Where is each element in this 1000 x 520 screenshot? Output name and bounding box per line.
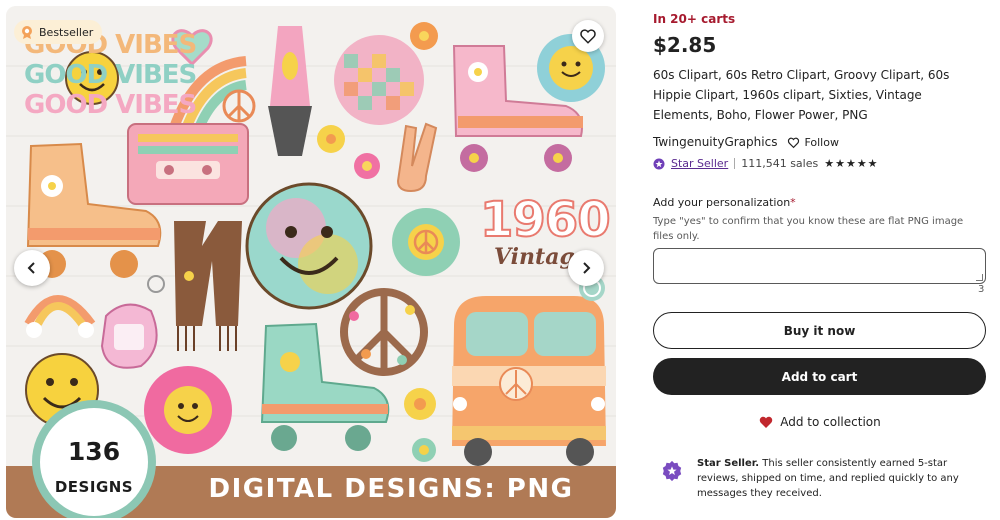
buy-it-now-button[interactable]: Buy it now [653,312,986,349]
add-to-cart-button[interactable]: Add to cart [653,358,986,395]
personalization-label-text: Add your personalization [653,196,791,209]
previous-image-button[interactable] [14,250,50,286]
personalization-label: Add your personalization* [653,196,796,209]
personalization-help: Type "yes" to confirm that you know thes… [653,216,964,242]
favorite-button[interactable] [572,20,604,52]
listing-page: GOOD VIBES GOOD VIBES GOOD VIBES 1960 Vi… [0,0,1000,520]
star-seller-badge-icon [662,460,682,482]
add-to-collection-button[interactable]: Add to collection [653,414,986,430]
image-vibes-line-3: GOOD VIBES [24,90,197,120]
follow-button[interactable]: Follow [787,136,839,149]
star-seller-heading: Star Seller. [697,458,760,469]
listing-title: 60s Clipart, 60s Retro Clipart, Groovy C… [653,68,950,122]
listing-image-gallery[interactable]: GOOD VIBES GOOD VIBES GOOD VIBES 1960 Vi… [6,6,616,518]
shop-stats-row: Star Seller 111,541 sales ★★★★★ [653,157,879,170]
sales-count: 111,541 sales [741,157,819,170]
divider [734,158,736,169]
follow-label: Follow [804,135,839,149]
bestseller-label: Bestseller [39,25,94,39]
chevron-left-icon [27,262,35,274]
personalization-textarea[interactable] [653,248,986,284]
bestseller-badge: Bestseller [14,20,103,44]
designs-label: DESIGNS [54,478,134,496]
star-seller-description: Star Seller. This seller consistently ea… [697,456,991,501]
carts-notice: In 20+ carts [653,12,736,26]
character-count: 3 [978,284,985,295]
rating-stars[interactable]: ★★★★★ [824,157,878,170]
listing-info-panel: In 20+ carts $2.85 60s Clipart, 60s Retr… [653,0,993,520]
heart-outline-icon [788,137,800,148]
add-to-collection-label: Add to collection [780,415,881,429]
star-seller-icon [653,158,665,169]
star-seller-info: Star Seller. This seller consistently ea… [661,456,991,501]
heart-outline-icon [580,29,596,44]
resize-handle[interactable] [976,274,983,281]
banner-text: DIGITAL DESIGNS: PNG [208,474,574,504]
price: $2.85 [653,33,717,57]
star-seller-link[interactable]: Star Seller [671,157,728,170]
bestseller-ribbon-icon [22,26,32,39]
designs-count: 136 [67,437,121,466]
image-vibes-line-2: GOOD VIBES [24,60,197,90]
shop-name-link[interactable]: TwingenuityGraphics [653,135,777,149]
chevron-right-icon [583,262,591,274]
shop-row: TwingenuityGraphics Follow [653,135,839,149]
heart-filled-icon [760,416,773,428]
image-year-text: 1960 [479,191,612,249]
required-mark: * [790,196,796,209]
next-image-button[interactable] [568,250,604,286]
